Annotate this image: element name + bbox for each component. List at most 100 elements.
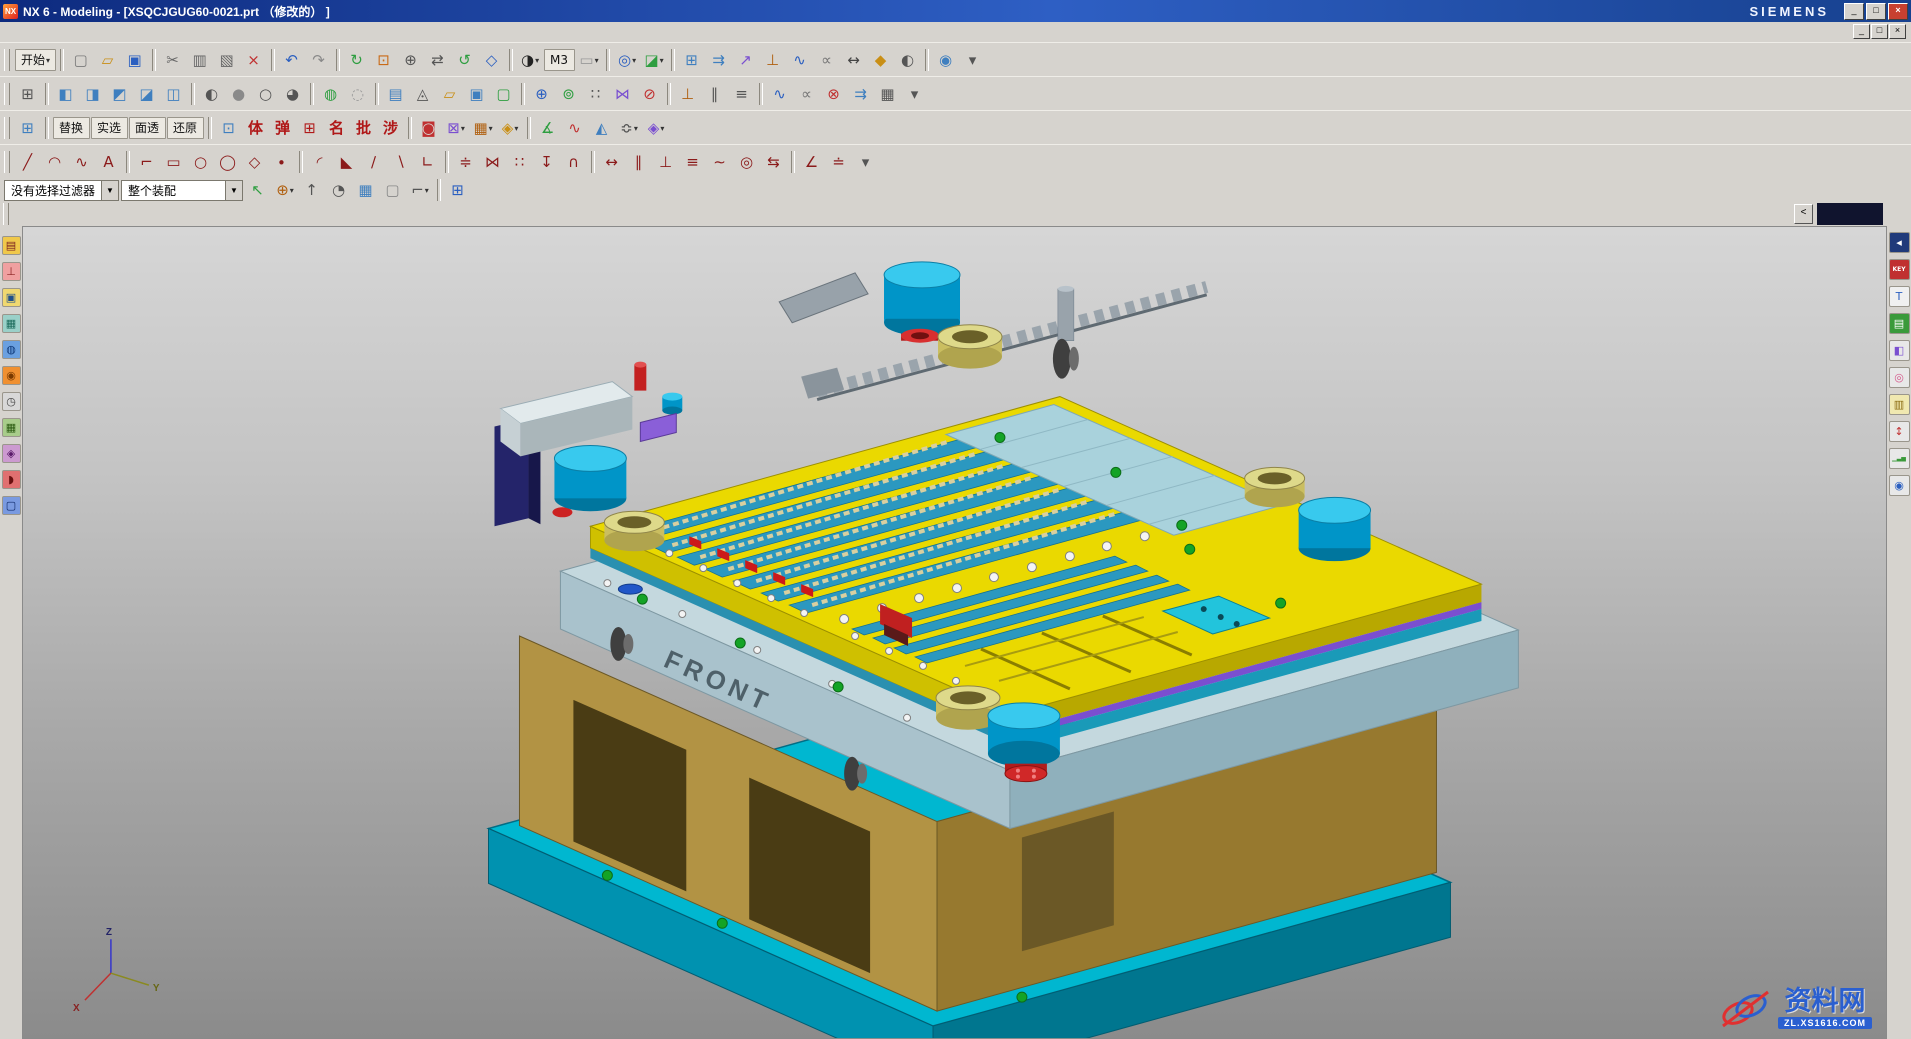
rotate-view-button[interactable]: ↺ bbox=[452, 47, 478, 73]
work-part-button[interactable]: ▢ bbox=[491, 81, 517, 107]
view-front-button[interactable]: ◪ bbox=[134, 81, 160, 107]
hd3d-tools-icon[interactable]: ◍ bbox=[2, 340, 21, 359]
selection-scope-combo[interactable]: 整个装配 ▼ bbox=[121, 180, 243, 201]
thickness-check-dropdown[interactable]: ≎▾ bbox=[616, 115, 642, 141]
paste-button[interactable]: ▧ bbox=[214, 47, 240, 73]
mirror-curve-button[interactable]: ⋈ bbox=[480, 149, 506, 175]
sketch-point-button[interactable]: ∙ bbox=[269, 149, 295, 175]
intersect-curve-button[interactable]: ∩ bbox=[561, 149, 587, 175]
background-color-dropdown[interactable]: ▭▾ bbox=[576, 47, 602, 73]
symmetric-constraint-button[interactable]: ⇆ bbox=[761, 149, 787, 175]
dock-collapse-button[interactable]: < bbox=[1794, 204, 1813, 224]
toolbar-grip[interactable] bbox=[4, 83, 10, 105]
snapshot-button[interactable]: ◉ bbox=[933, 47, 959, 73]
document-close-button[interactable]: × bbox=[1889, 24, 1906, 39]
grid-display-button[interactable]: ⊞ bbox=[15, 115, 41, 141]
custom-tools-dropdown[interactable]: ◈▾ bbox=[643, 115, 669, 141]
magnify-cursor-button[interactable]: ◔ bbox=[326, 177, 352, 203]
menu-item[interactable] bbox=[158, 30, 172, 34]
studio-render-button[interactable]: ◕ bbox=[280, 81, 306, 107]
toolbar-grip[interactable] bbox=[4, 151, 10, 173]
show-component-button[interactable]: ◍ bbox=[318, 81, 344, 107]
constraints-display-button[interactable]: ∠ bbox=[799, 149, 825, 175]
material-button[interactable]: ◆ bbox=[868, 47, 894, 73]
menu-item[interactable] bbox=[172, 30, 186, 34]
make-corner-button[interactable]: ∟ bbox=[415, 149, 441, 175]
mold-wizard-dropdown[interactable]: ◈▾ bbox=[497, 115, 523, 141]
arrangements-button[interactable]: ▦ bbox=[875, 81, 901, 107]
chart-icon[interactable]: ▁▃▅ bbox=[1889, 448, 1910, 469]
parallel-constraint-button[interactable]: ∥ bbox=[626, 149, 652, 175]
sketch-polygon-button[interactable]: ◇ bbox=[242, 149, 268, 175]
reuse-library-icon[interactable]: ▦ bbox=[2, 314, 21, 333]
menu-item[interactable] bbox=[144, 30, 158, 34]
offset-curve-button[interactable]: ≑ bbox=[453, 149, 479, 175]
menu-item[interactable] bbox=[74, 30, 88, 34]
view-top-button[interactable]: ◩ bbox=[107, 81, 133, 107]
interpart-link-button[interactable]: ∝ bbox=[814, 47, 840, 73]
mirror-assembly-button[interactable]: ⋈ bbox=[610, 81, 636, 107]
window-layout-button[interactable]: ⊞ bbox=[15, 81, 41, 107]
view-isometric-button[interactable]: ◨ bbox=[80, 81, 106, 107]
toolbar-grip[interactable] bbox=[4, 117, 10, 139]
menu-item[interactable] bbox=[88, 30, 102, 34]
sketch-options-dropdown[interactable]: ▾ bbox=[853, 149, 879, 175]
palette-icon[interactable]: ◧ bbox=[1889, 340, 1910, 361]
batch-tool-button[interactable]: 批 bbox=[351, 115, 377, 141]
hide-component-button[interactable]: ◌ bbox=[345, 81, 371, 107]
graphics-viewport[interactable]: FRONT bbox=[22, 226, 1887, 1039]
chevron-down-icon[interactable]: ▼ bbox=[101, 181, 118, 200]
move-component-button[interactable]: ↗ bbox=[733, 47, 759, 73]
sketch-line-button[interactable]: ╱ bbox=[15, 149, 41, 175]
concentric-constraint-button[interactable]: ◎ bbox=[734, 149, 760, 175]
electrode-tool-dropdown[interactable]: ⊠▾ bbox=[443, 115, 469, 141]
menu-item[interactable] bbox=[60, 30, 74, 34]
pattern-curve-button[interactable]: ∷ bbox=[507, 149, 533, 175]
menu-item[interactable] bbox=[116, 30, 130, 34]
coincident-constraint-button[interactable]: ≡ bbox=[680, 149, 706, 175]
display-mode-button[interactable]: ◐ bbox=[895, 47, 921, 73]
rectangle-select-dropdown[interactable]: ⌐▾ bbox=[407, 177, 433, 203]
quick-extend-button[interactable]: ∖ bbox=[388, 149, 414, 175]
perspective-button[interactable]: ◇ bbox=[479, 47, 505, 73]
shaded-edges-button[interactable]: ◐ bbox=[199, 81, 225, 107]
notes-page-icon[interactable]: ▥ bbox=[1889, 394, 1910, 415]
interpart-reference-button[interactable]: ∝ bbox=[794, 81, 820, 107]
edit-section-dropdown[interactable]: ◪▾ bbox=[641, 47, 667, 73]
dimension-button[interactable]: ↔ bbox=[599, 149, 625, 175]
sketch-arc-button[interactable]: ◠ bbox=[42, 149, 68, 175]
standard-parts-dropdown[interactable]: ▦▾ bbox=[470, 115, 496, 141]
web-browser-icon[interactable]: ◉ bbox=[2, 366, 21, 385]
open-file-button[interactable]: ▱ bbox=[95, 47, 121, 73]
add-component-button[interactable]: ⊕ bbox=[529, 81, 555, 107]
shaded-button[interactable]: ● bbox=[226, 81, 252, 107]
toolbar-options-dropdown[interactable]: ▾ bbox=[960, 47, 986, 73]
dock-grip[interactable] bbox=[3, 203, 9, 225]
remember-constraints-button[interactable]: ≡ bbox=[729, 81, 755, 107]
info-icon[interactable]: ◉ bbox=[1889, 475, 1910, 496]
name-tool-button[interactable]: 名 bbox=[324, 115, 350, 141]
process-studio-icon[interactable]: ▦ bbox=[2, 418, 21, 437]
redo-button[interactable]: ↷ bbox=[306, 47, 332, 73]
system-scenes-icon[interactable]: ▢ bbox=[2, 496, 21, 515]
assembly-navigator-button[interactable]: ▤ bbox=[383, 81, 409, 107]
maximize-button[interactable]: □ bbox=[1866, 3, 1886, 20]
fit-window-button[interactable]: ⊡ bbox=[371, 47, 397, 73]
wave-geometry-button[interactable]: ∿ bbox=[787, 47, 813, 73]
mold-tool-button[interactable]: ◙ bbox=[416, 115, 442, 141]
pan-button[interactable]: ⇄ bbox=[425, 47, 451, 73]
delete-button[interactable]: × bbox=[241, 47, 267, 73]
quick-trim-button[interactable]: ∕ bbox=[361, 149, 387, 175]
measure-distance-button[interactable]: ↔ bbox=[841, 47, 867, 73]
project-curve-button[interactable]: ↧ bbox=[534, 149, 560, 175]
manufacturing-icon[interactable]: ◈ bbox=[2, 444, 21, 463]
menu-item[interactable] bbox=[32, 30, 46, 34]
dock-collapsed-panel[interactable] bbox=[1817, 203, 1883, 225]
rings-icon[interactable]: ◎ bbox=[1889, 367, 1910, 388]
sketch-chamfer-button[interactable]: ◣ bbox=[334, 149, 360, 175]
show-constraints-button[interactable]: ∥ bbox=[702, 81, 728, 107]
perpendicular-constraint-button[interactable]: ⊥ bbox=[653, 149, 679, 175]
history-icon[interactable]: ◷ bbox=[2, 392, 21, 411]
restore-button[interactable]: 还原 bbox=[167, 117, 204, 139]
web-browser-button[interactable]: ⊞ bbox=[445, 177, 471, 203]
